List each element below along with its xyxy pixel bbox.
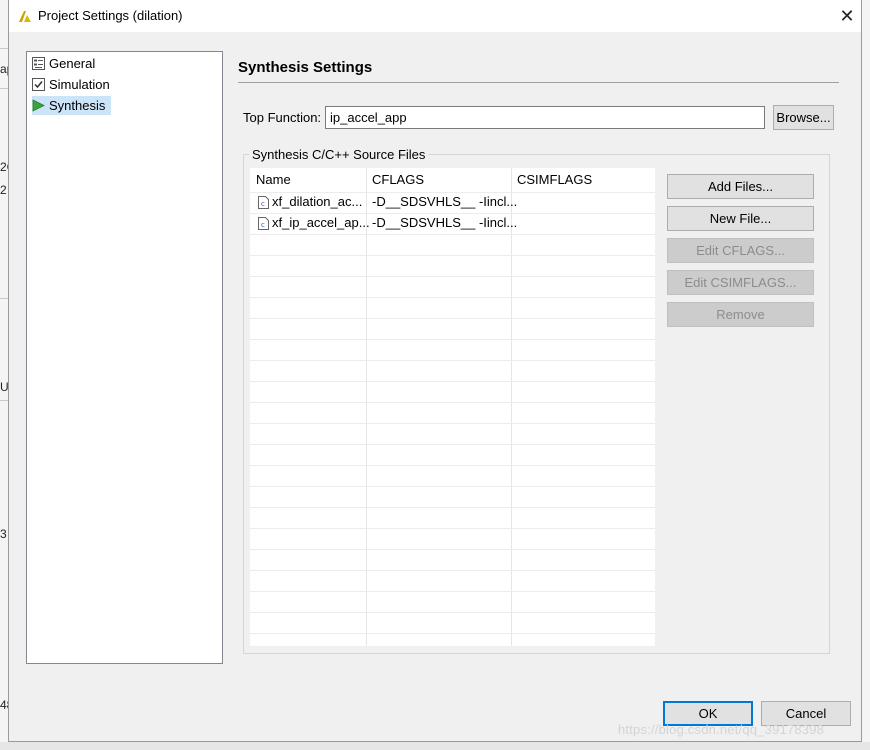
column-divider (511, 168, 512, 646)
close-button[interactable]: ✕ (835, 4, 859, 28)
row-divider (250, 297, 655, 298)
row-divider (250, 612, 655, 613)
top-function-label: Top Function: (243, 110, 322, 125)
row-divider (250, 423, 655, 424)
general-settings-icon (32, 57, 45, 70)
row-divider (250, 486, 655, 487)
background-text-fragment: 3 (0, 527, 7, 541)
c-source-file-icon: c (258, 217, 269, 230)
row-divider (250, 255, 655, 256)
source-files-group-label: Synthesis C/C++ Source Files (249, 147, 429, 162)
background-text-fragment: 2 (0, 183, 7, 197)
tree-item-label: Simulation (49, 77, 110, 92)
column-header-csimflags[interactable]: CSIMFLAGS (511, 168, 655, 192)
tree-item-label: General (49, 56, 96, 71)
row-divider (250, 591, 655, 592)
svg-text:c: c (261, 200, 265, 208)
browse-button[interactable]: Browse... (773, 105, 834, 130)
row-divider (250, 381, 655, 382)
row-divider (250, 339, 655, 340)
row-divider (250, 318, 655, 319)
row-divider (250, 276, 655, 277)
watermark-text: https://blog.csdn.net/qq_39178398 (618, 722, 825, 737)
background-right-strip (862, 0, 870, 750)
row-divider (250, 402, 655, 403)
title-bar[interactable]: Project Settings (dilation) ✕ (9, 0, 861, 32)
svg-text:c: c (261, 221, 265, 229)
window-title: Project Settings (dilation) (38, 8, 183, 23)
c-source-file-icon: c (258, 196, 269, 209)
vivado-hls-logo-icon (19, 11, 31, 22)
row-divider (250, 633, 655, 634)
file-name: xf_ip_accel_ap... (272, 215, 370, 230)
source-files-table: Name CFLAGS CSIMFLAGS c xf_dilation_ac..… (250, 168, 655, 646)
column-header-name[interactable]: Name (250, 168, 366, 192)
background-bottom-strip (0, 742, 870, 750)
add-files-button[interactable]: Add Files... (667, 174, 814, 199)
row-divider (250, 528, 655, 529)
row-divider (250, 507, 655, 508)
tree-item-general[interactable]: General (32, 54, 101, 73)
section-divider (238, 82, 839, 83)
settings-category-tree: General Simulation Synthesis (26, 51, 223, 664)
row-divider (250, 549, 655, 550)
file-cflags: -D__SDSVHLS__ -Iincl... (372, 215, 518, 230)
top-function-input[interactable] (325, 106, 765, 129)
checkbox-icon (32, 78, 45, 91)
edit-csimflags-button[interactable]: Edit CSIMFLAGS... (667, 270, 814, 295)
column-divider (366, 168, 367, 646)
row-divider (250, 444, 655, 445)
remove-button[interactable]: Remove (667, 302, 814, 327)
play-triangle-icon (32, 99, 45, 112)
project-settings-dialog: Project Settings (dilation) ✕ General Si… (8, 0, 862, 742)
file-name: xf_dilation_ac... (272, 194, 363, 209)
tree-item-simulation[interactable]: Simulation (32, 75, 116, 94)
row-divider (250, 360, 655, 361)
column-header-cflags[interactable]: CFLAGS (366, 168, 511, 192)
edit-cflags-button[interactable]: Edit CFLAGS... (667, 238, 814, 263)
file-cflags: -D__SDSVHLS__ -Iincl... (372, 194, 518, 209)
section-title: Synthesis Settings (238, 59, 373, 76)
tree-item-synthesis[interactable]: Synthesis (32, 96, 112, 115)
row-divider (250, 234, 655, 235)
new-file-button[interactable]: New File... (667, 206, 814, 231)
tree-item-label: Synthesis (49, 98, 106, 113)
row-divider (250, 570, 655, 571)
row-divider (250, 465, 655, 466)
